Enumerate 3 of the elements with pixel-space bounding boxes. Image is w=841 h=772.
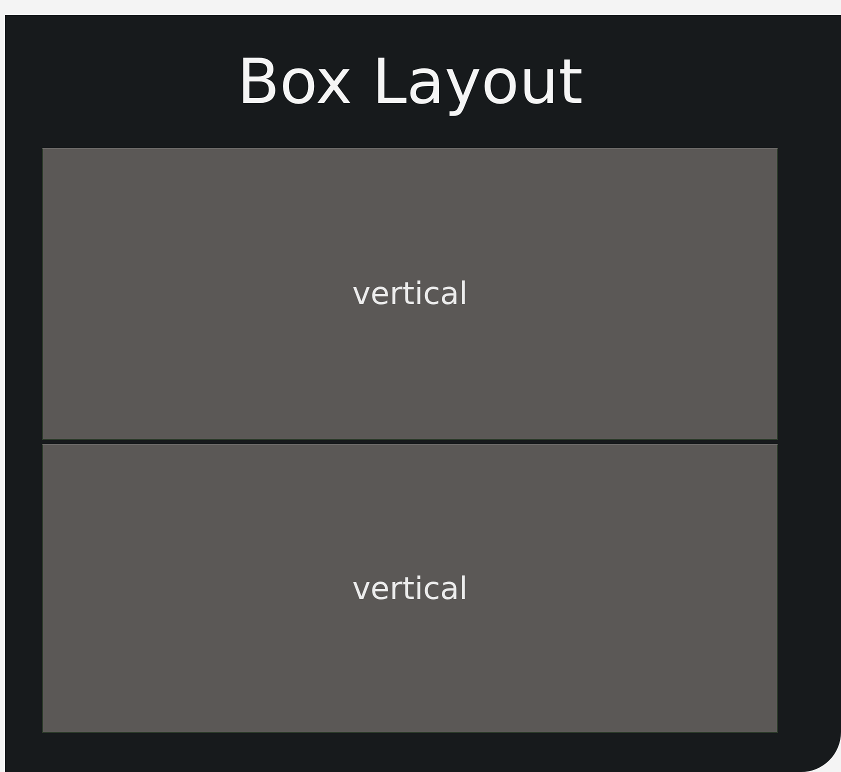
vertical-button[interactable]: vertical <box>42 444 778 733</box>
vertical-button[interactable]: vertical <box>42 148 778 440</box>
app-title: Box Layout <box>236 44 584 120</box>
